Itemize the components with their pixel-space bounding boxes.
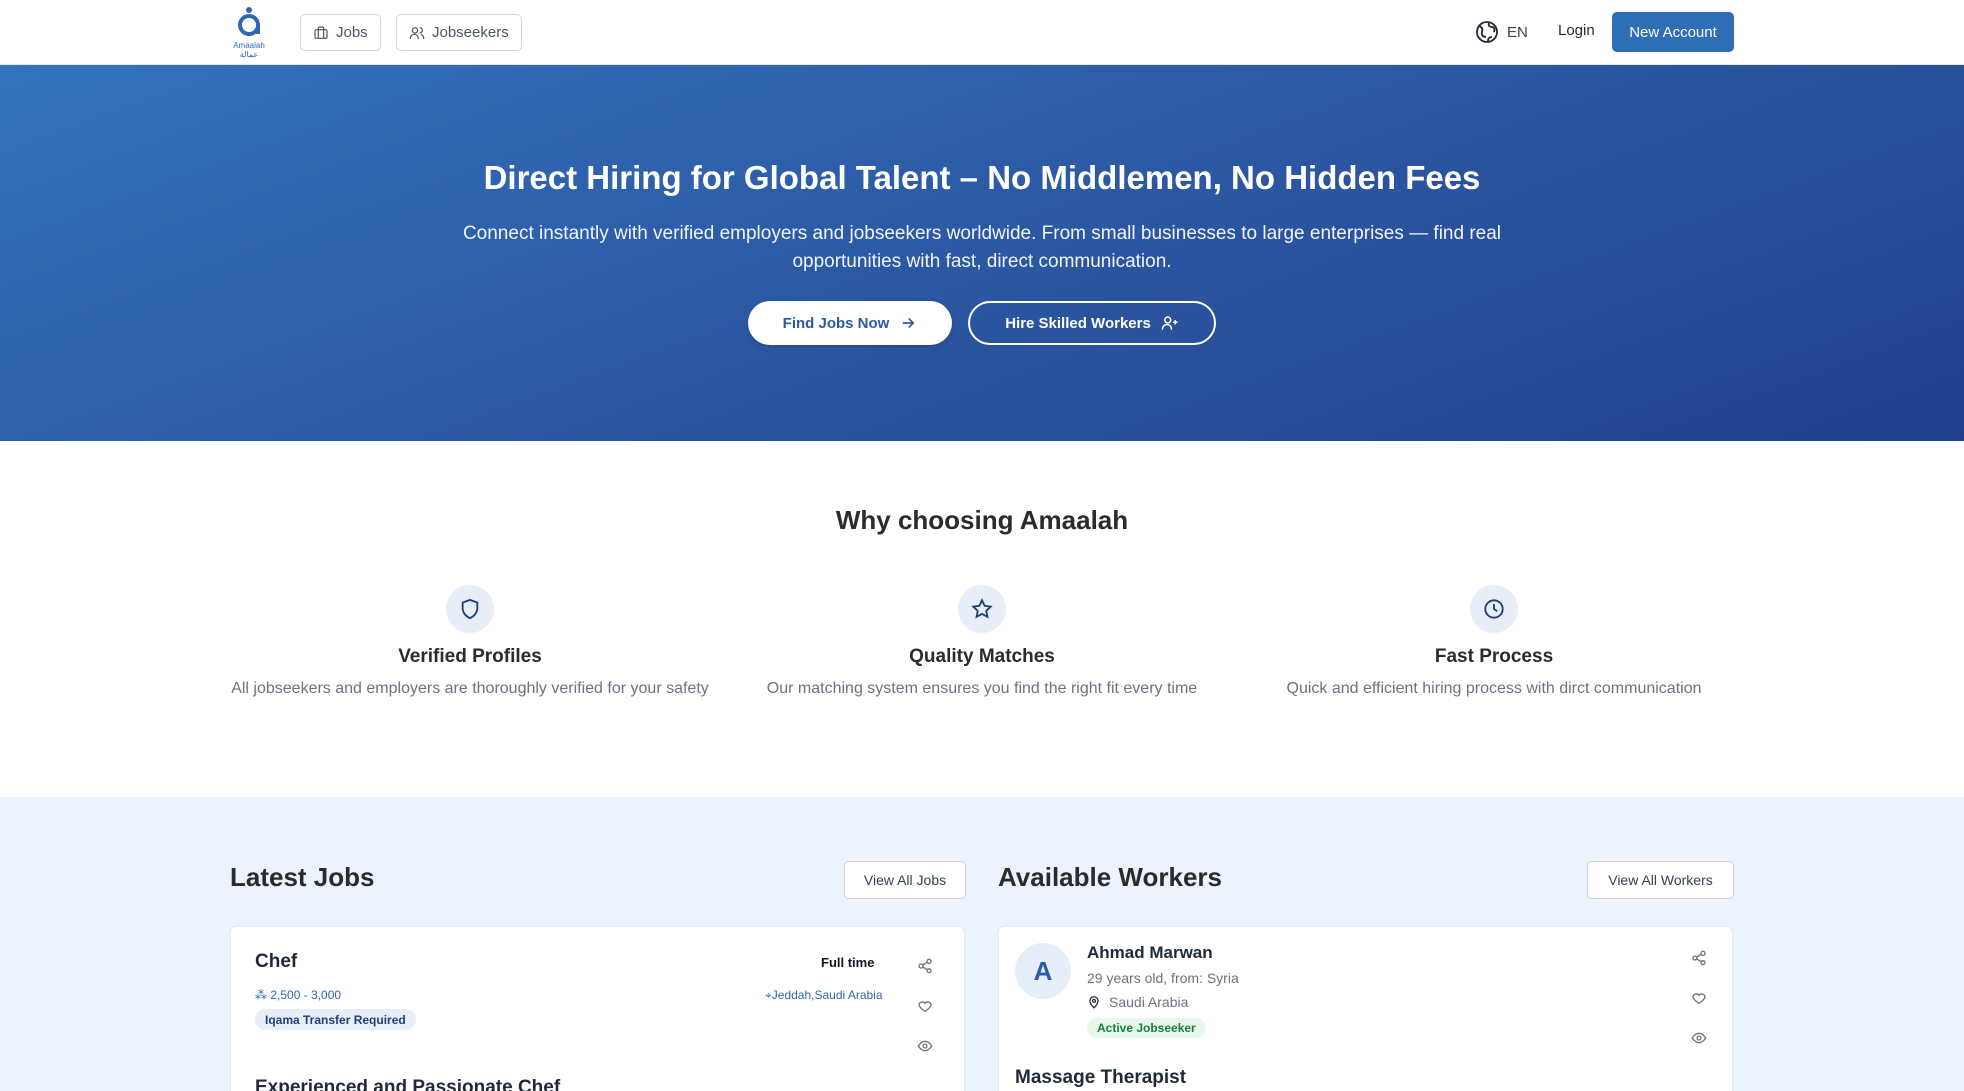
- nav-jobseekers-button[interactable]: Jobseekers: [396, 14, 522, 51]
- hire-workers-button[interactable]: Hire Skilled Workers: [968, 301, 1216, 345]
- feature-description: All jobseekers and employers are thoroug…: [231, 680, 709, 697]
- map-pin-icon: [1089, 996, 1099, 1009]
- nav-jobs-button[interactable]: Jobs: [300, 14, 381, 51]
- language-switcher[interactable]: EN: [1475, 20, 1528, 44]
- job-location: ⌖Jeddah,Saudi Arabia: [765, 988, 883, 1003]
- share-icon[interactable]: [917, 958, 935, 976]
- feature-quality-matches: Quality Matches Our matching system ensu…: [742, 585, 1222, 701]
- login-link[interactable]: Login: [1558, 22, 1595, 39]
- latest-jobs-title: Latest Jobs: [230, 862, 375, 892]
- nav-jobs-label: Jobs: [336, 24, 368, 41]
- feature-fast-process: Fast Process Quick and efficient hiring …: [1254, 585, 1734, 701]
- job-card[interactable]: Chef ⁂ 2,500 - 3,000 Iqama Transfer Requ…: [230, 926, 965, 1091]
- feature-title: Verified Profiles: [398, 646, 542, 667]
- eye-icon[interactable]: [917, 1038, 935, 1056]
- nav-jobseekers-label: Jobseekers: [432, 24, 509, 41]
- job-salary-value: 2,500 - 3,000: [270, 988, 342, 1002]
- view-all-jobs-button[interactable]: View All Jobs: [844, 861, 966, 899]
- hero-subtitle: Connect instantly with verified employer…: [462, 223, 1502, 272]
- eye-icon[interactable]: [1691, 1030, 1709, 1048]
- why-section-title: Why choosing Amaalah: [835, 505, 1129, 535]
- job-title[interactable]: Chef: [255, 951, 297, 973]
- feature-title: Quality Matches: [909, 646, 1055, 667]
- feature-title: Fast Process: [1434, 646, 1554, 667]
- top-navbar: Amaalah عمالة Jobs Jobseekers EN Login N…: [0, 0, 1964, 65]
- star-icon: [971, 598, 993, 619]
- new-account-button[interactable]: New Account: [1612, 12, 1734, 52]
- users-icon: [409, 26, 425, 39]
- status-badge: Active Jobseeker: [1087, 1018, 1206, 1038]
- user-plus-icon: [1161, 316, 1178, 330]
- globe-icon: [1476, 21, 1498, 43]
- language-label: EN: [1507, 23, 1528, 41]
- job-type-badge: Full time: [821, 955, 875, 970]
- job-salary: ⁂ 2,500 - 3,000: [255, 988, 341, 1002]
- feature-verified-profiles: Verified Profiles All jobseekers and emp…: [230, 585, 710, 701]
- worker-location-value: Saudi Arabia: [1109, 994, 1189, 1010]
- hero-title: Direct Hiring for Global Talent – No Mid…: [483, 159, 1481, 196]
- logo-text-en: Amaalah: [233, 41, 265, 50]
- heart-icon[interactable]: [1691, 990, 1709, 1008]
- shield-icon: [461, 598, 479, 620]
- arrow-right-icon: [903, 317, 915, 329]
- feature-description: Our matching system ensures you find the…: [766, 680, 1198, 697]
- view-all-workers-button[interactable]: View All Workers: [1587, 861, 1734, 899]
- amaalah-logo[interactable]: Amaalah عمالة: [228, 5, 270, 59]
- feature-description: Quick and efficient hiring process with …: [1286, 680, 1702, 697]
- clock-icon: [1484, 599, 1504, 619]
- available-workers-title: Available Workers: [998, 862, 1222, 892]
- listings-section: Latest Jobs View All Jobs Available Work…: [0, 797, 1964, 1091]
- find-jobs-label: Find Jobs Now: [782, 314, 890, 332]
- worker-location: Saudi Arabia: [1087, 994, 1188, 1010]
- worker-age-origin: 29 years old, from: Syria: [1087, 970, 1239, 986]
- riyal-icon: ⁂: [255, 988, 271, 1002]
- briefcase-icon: [314, 25, 328, 39]
- map-pin-icon: ⌖: [765, 988, 772, 1002]
- job-requirement-tag: Iqama Transfer Required: [255, 1009, 416, 1030]
- worker-name[interactable]: Ahmad Marwan: [1087, 943, 1213, 963]
- avatar: A: [1015, 943, 1071, 999]
- hire-workers-label: Hire Skilled Workers: [1005, 314, 1151, 332]
- find-jobs-button[interactable]: Find Jobs Now: [748, 301, 952, 345]
- worker-role: Massage Therapist: [1015, 1067, 1187, 1088]
- share-icon[interactable]: [1691, 950, 1709, 968]
- job-description-heading: Experienced and Passionate Chef: [255, 1077, 561, 1091]
- job-location-value: Jeddah,Saudi Arabia: [771, 988, 883, 1002]
- worker-card[interactable]: A Ahmad Marwan 29 years old, from: Syria…: [998, 926, 1733, 1091]
- hero-section: Direct Hiring for Global Talent – No Mid…: [0, 65, 1964, 441]
- logo-mark-icon: [238, 7, 261, 36]
- heart-icon[interactable]: [917, 998, 935, 1016]
- logo-text-ar: عمالة: [239, 50, 259, 59]
